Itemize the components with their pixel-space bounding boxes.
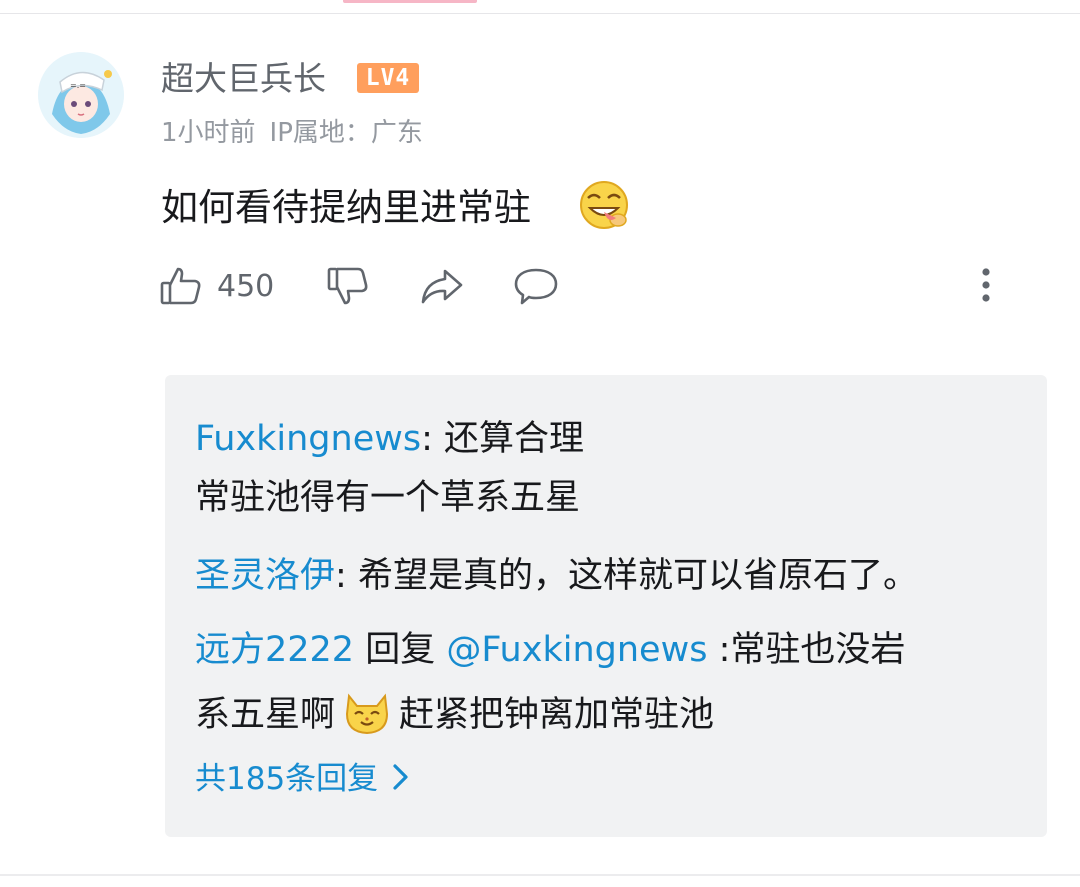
share-icon[interactable] <box>419 264 465 308</box>
comment-text: 如何看待提纳里进常驻 <box>161 186 531 229</box>
thumbs-down-icon[interactable] <box>326 264 370 308</box>
reply-mention[interactable]: @Fuxkingnews <box>446 630 707 670</box>
reply-text: 赶紧把钟离加常驻池 <box>399 695 715 735</box>
reply-item[interactable]: 远方2222 回复 @Fuxkingnews :常驻也没岩 <box>195 624 905 676</box>
avatar[interactable]: =.= <box>38 52 124 138</box>
reply-username[interactable]: Fuxkingnews <box>195 419 421 459</box>
like-count: 450 <box>217 269 275 304</box>
ip-location: IP属地：广东 <box>269 118 423 148</box>
grinning-tongue-emoji <box>578 178 632 232</box>
more-vertical-icon[interactable] <box>966 264 1006 308</box>
cat-emoji <box>341 686 393 738</box>
top-divider <box>0 13 1080 14</box>
bottom-divider <box>0 874 1080 876</box>
thumbs-up-icon[interactable] <box>159 264 203 308</box>
level-badge: LV4 <box>357 63 419 93</box>
reply-username[interactable]: 远方2222 <box>195 630 354 670</box>
comment-page: =.= 超大巨兵长 LV4 1小时前 IP属地：广东 如何看待提纳里进常驻 45… <box>0 0 1080 887</box>
reply-separator: : <box>421 419 445 459</box>
reply-word: 回复 <box>354 630 447 670</box>
reply-text-continued: 系五星啊 赶紧把钟离加常驻池 <box>195 686 714 738</box>
replies-preview[interactable]: Fuxkingnews: 还算合理 常驻池得有一个草系五星 圣灵洛伊: 希望是真… <box>165 375 1047 837</box>
comment-meta: 1小时前 IP属地：广东 <box>161 115 423 151</box>
comment-icon[interactable] <box>513 264 559 308</box>
username[interactable]: 超大巨兵长 <box>161 57 326 101</box>
reply-text: 系五星啊 <box>195 695 336 735</box>
reply-text-continued: 常驻池得有一个草系五星 <box>195 478 581 518</box>
comment-time: 1小时前 <box>161 118 256 148</box>
reply-item[interactable]: 圣灵洛伊: 希望是真的，这样就可以省原石了。 <box>195 550 918 602</box>
reply-item[interactable]: Fuxkingnews: 还算合理 <box>195 413 584 465</box>
reply-username[interactable]: 圣灵洛伊 <box>195 556 335 596</box>
reply-text: 希望是真的，这样就可以省原石了。 <box>357 556 918 596</box>
top-tab-indicator <box>343 0 477 3</box>
view-all-replies-link[interactable]: 共185条回复 <box>195 757 412 801</box>
reply-text: 还算合理 <box>444 419 585 459</box>
svg-text:=.=: =.= <box>70 81 86 90</box>
view-all-label: 共185条回复 <box>195 761 379 797</box>
reply-text: :常驻也没岩 <box>707 630 906 670</box>
reply-separator: : <box>335 556 358 596</box>
chevron-right-icon <box>388 761 412 793</box>
